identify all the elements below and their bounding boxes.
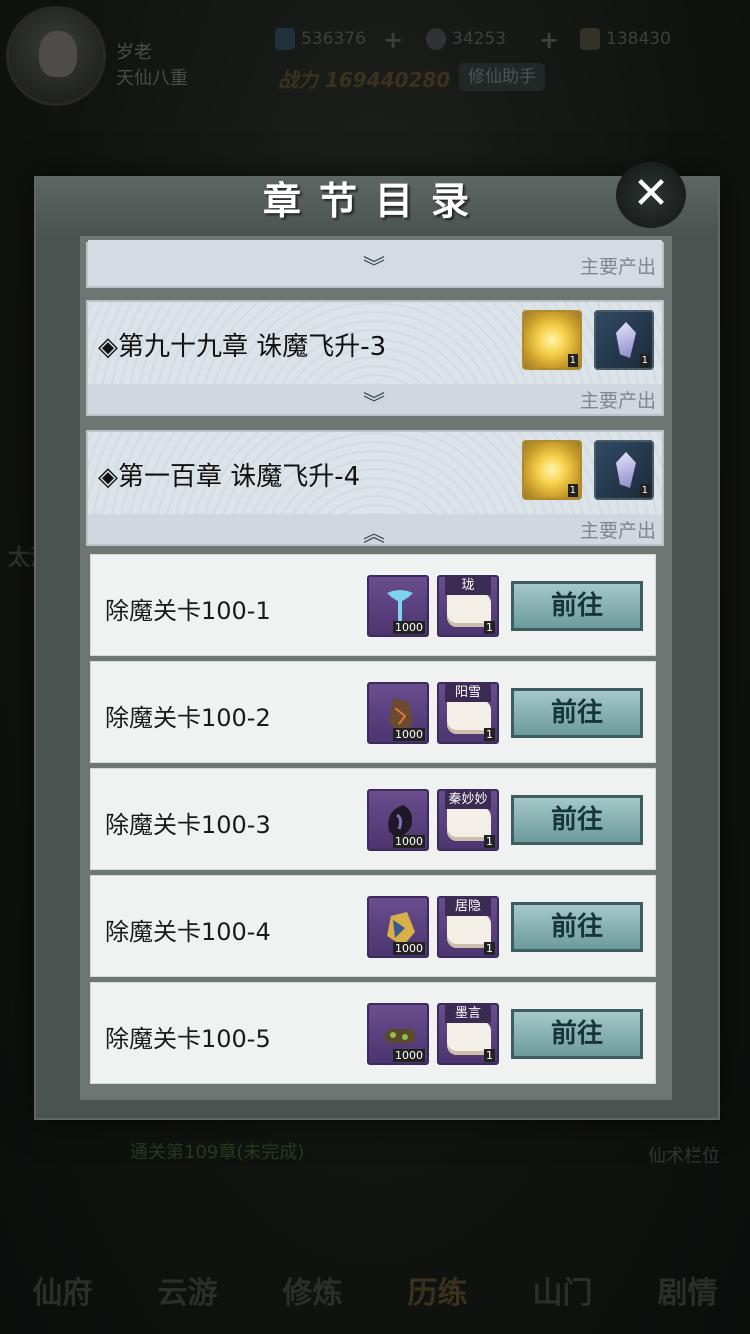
stage-name: 除魔关卡100-4 bbox=[105, 918, 271, 946]
reward-count: 1 bbox=[567, 484, 578, 497]
go-button[interactable]: 前往 bbox=[511, 581, 643, 631]
go-button[interactable]: 前往 bbox=[511, 688, 643, 738]
reward-count: 1000 bbox=[393, 728, 425, 741]
stage-row: 除魔关卡100-2 1000 阳雪 1 前往 bbox=[90, 661, 656, 763]
reward-count: 1 bbox=[484, 1049, 495, 1062]
chevron-down-icon[interactable]: ︾ bbox=[356, 250, 392, 281]
book-reward-icon[interactable]: 阳雪 1 bbox=[437, 682, 499, 744]
reward-count: 1 bbox=[567, 354, 578, 367]
golden-orb-icon[interactable]: 1 bbox=[522, 440, 582, 500]
book-reward-icon[interactable]: 秦妙妙 1 bbox=[437, 789, 499, 851]
book-reward-icon[interactable]: 墨言 1 bbox=[437, 1003, 499, 1065]
gold-ore-icon[interactable]: 1000 bbox=[367, 896, 429, 958]
stage-row: 除魔关卡100-1 1000 珑 1 前往 bbox=[90, 554, 656, 656]
reward-tag: 珑 bbox=[445, 577, 491, 595]
chapter-list-bg: ︾ 主要产出 ◈第九十九章 诛魔飞升-3 1 1 ︾ 主要产出 ◈第一百章 诛魔… bbox=[80, 236, 672, 1100]
chapter-item-expanded[interactable]: ◈第一百章 诛魔飞升-4 1 1 ︽ 主要产出 bbox=[86, 430, 664, 547]
stage-name: 除魔关卡100-5 bbox=[105, 1025, 271, 1053]
output-label: 主要产出 bbox=[579, 520, 656, 542]
stage-name: 除魔关卡100-2 bbox=[105, 704, 271, 732]
chapter-collapsed[interactable]: ︾ 主要产出 bbox=[86, 240, 664, 288]
golden-orb-icon[interactable]: 1 bbox=[522, 310, 582, 370]
crystal-icon[interactable]: 1 bbox=[594, 440, 654, 500]
chapter-output-bar: ︾ 主要产出 bbox=[88, 384, 662, 417]
reward-count: 1000 bbox=[393, 621, 425, 634]
reward-tag: 阳雪 bbox=[445, 684, 491, 702]
reward-count: 1 bbox=[484, 728, 495, 741]
chapter-title: ◈第九十九章 诛魔飞升-3 bbox=[98, 332, 387, 362]
reward-count: 1 bbox=[639, 354, 650, 367]
stage-name: 除魔关卡100-1 bbox=[105, 597, 271, 625]
reward-tag: 墨言 bbox=[445, 1005, 491, 1023]
output-label: 主要产出 bbox=[579, 390, 656, 412]
reward-count: 1000 bbox=[393, 1049, 425, 1062]
reward-count: 1000 bbox=[393, 835, 425, 848]
reward-count: 1 bbox=[484, 835, 495, 848]
chapter-header: ◈第九十九章 诛魔飞升-3 1 1 bbox=[88, 302, 662, 382]
go-button[interactable]: 前往 bbox=[511, 1009, 643, 1059]
chapter-title: ◈第一百章 诛魔飞升-4 bbox=[98, 462, 361, 492]
reward-count: 1000 bbox=[393, 942, 425, 955]
book-reward-icon[interactable]: 居隐 1 bbox=[437, 896, 499, 958]
go-button[interactable]: 前往 bbox=[511, 795, 643, 845]
close-button[interactable]: ✕ bbox=[616, 162, 686, 228]
chapter-list[interactable]: ︾ 主要产出 ◈第九十九章 诛魔飞升-3 1 1 ︾ 主要产出 ◈第一百章 诛魔… bbox=[80, 236, 672, 1100]
crystal-icon[interactable]: 1 bbox=[594, 310, 654, 370]
reward-count: 1 bbox=[484, 942, 495, 955]
reward-count: 1 bbox=[639, 484, 650, 497]
chapter-item[interactable]: ◈第九十九章 诛魔飞升-3 1 1 ︾ 主要产出 bbox=[86, 300, 664, 417]
chevron-up-icon[interactable]: ︽ bbox=[356, 516, 392, 547]
reward-count: 1 bbox=[484, 621, 495, 634]
stage-row: 除魔关卡100-3 1000 秦妙妙 1 前往 bbox=[90, 768, 656, 870]
go-button[interactable]: 前往 bbox=[511, 902, 643, 952]
stage-row: 除魔关卡100-4 1000 居隐 1 前往 bbox=[90, 875, 656, 977]
ore-icon[interactable]: 1000 bbox=[367, 682, 429, 744]
wood-icon[interactable]: 1000 bbox=[367, 1003, 429, 1065]
dark-claw-icon[interactable]: 1000 bbox=[367, 789, 429, 851]
reward-tag: 居隐 bbox=[445, 898, 491, 916]
chapter-header: ◈第一百章 诛魔飞升-4 1 1 bbox=[88, 432, 662, 512]
output-label: 主要产出 bbox=[579, 256, 656, 278]
chevron-down-icon[interactable]: ︾ bbox=[356, 386, 392, 417]
chapter-output-bar: ︽ 主要产出 bbox=[88, 514, 662, 547]
blue-spring-icon[interactable]: 1000 bbox=[367, 575, 429, 637]
stage-name: 除魔关卡100-3 bbox=[105, 811, 271, 839]
reward-tag: 秦妙妙 bbox=[445, 791, 491, 809]
book-reward-icon[interactable]: 珑 1 bbox=[437, 575, 499, 637]
chapter-output-bar: ︾ 主要产出 bbox=[88, 240, 662, 286]
stage-row: 除魔关卡100-5 1000 墨言 1 前往 bbox=[90, 982, 656, 1084]
